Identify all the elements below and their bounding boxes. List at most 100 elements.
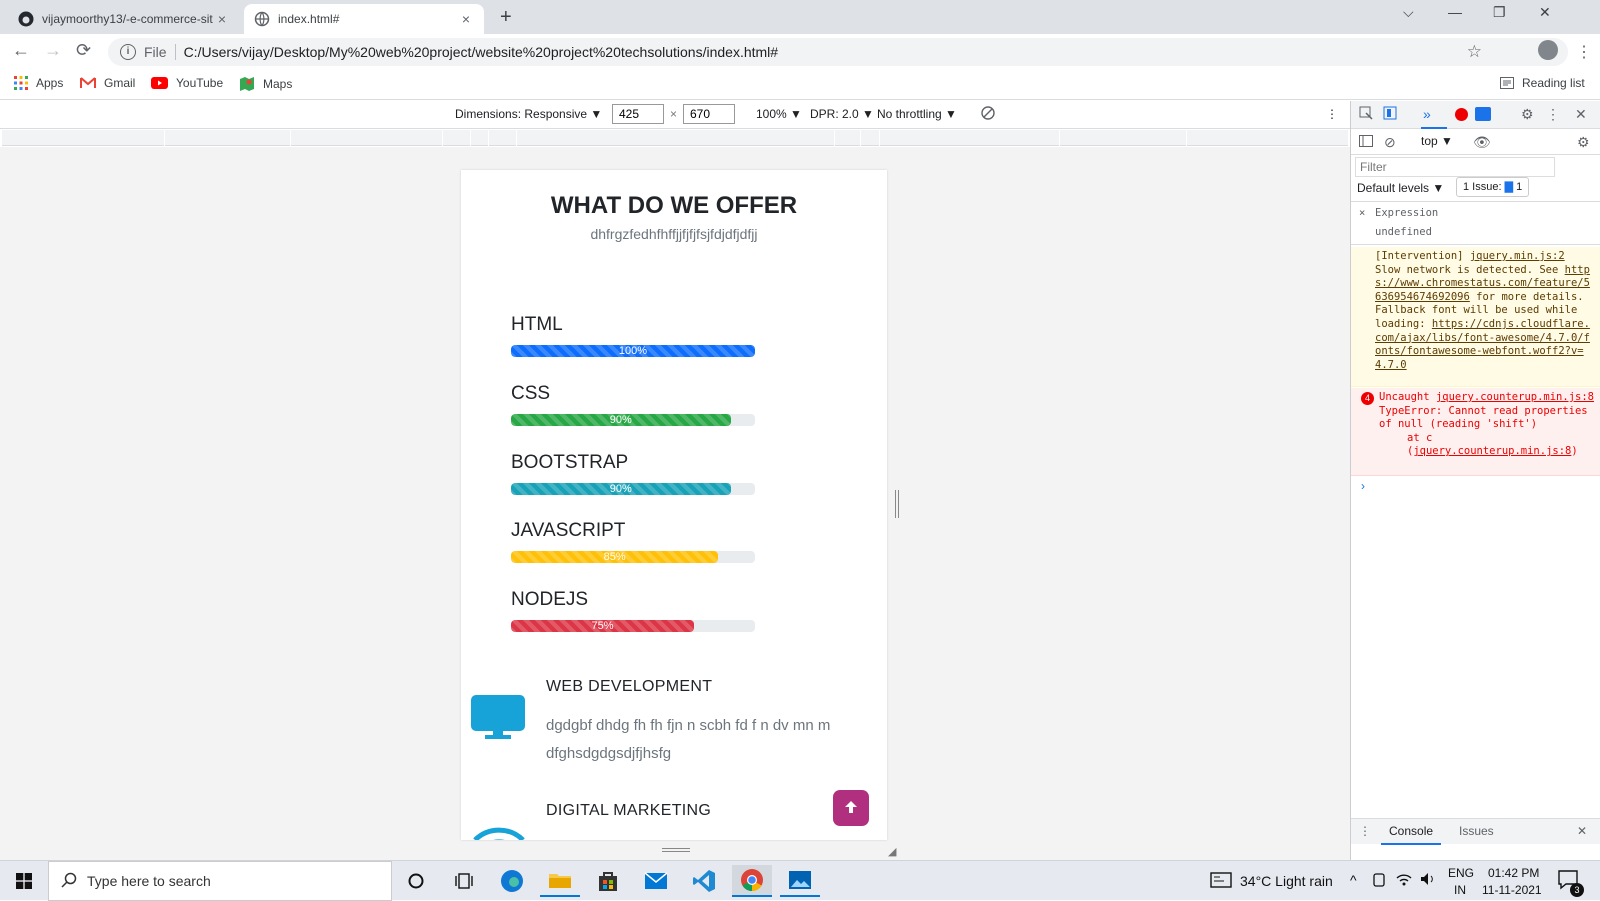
stack-suffix: ) xyxy=(1571,445,1578,458)
bookmark-gmail[interactable]: Gmail xyxy=(80,76,135,90)
drawer-menu-icon[interactable]: ⋮ xyxy=(1359,824,1371,838)
context-selector[interactable]: top ▼ xyxy=(1421,134,1453,148)
error-source-link[interactable]: jquery.counterup.min.js:8 xyxy=(1436,391,1594,405)
rotate-icon[interactable] xyxy=(980,105,996,124)
skill-name: BOOTSTRAP xyxy=(511,452,629,473)
site-info-icon[interactable]: i xyxy=(120,44,136,60)
store-icon[interactable] xyxy=(588,865,628,897)
log-levels-dropdown[interactable]: Default levels ▼ xyxy=(1357,181,1444,195)
device-toggle-icon[interactable] xyxy=(1383,106,1397,123)
issue-flag-icon: ▇ xyxy=(1504,181,1514,193)
console-prompt[interactable]: › xyxy=(1361,479,1365,493)
close-drawer-icon[interactable]: ✕ xyxy=(1577,824,1587,838)
device-toolbar: Dimensions: Responsive ▼ × 100% ▼ DPR: 2… xyxy=(0,101,1350,129)
clock-time[interactable]: 01:42 PM xyxy=(1488,866,1539,880)
address-bar[interactable]: i File C:/Users/vijay/Desktop/My%20web%2… xyxy=(108,38,1568,66)
viewport-resize-corner-icon[interactable]: ◢ xyxy=(888,845,896,858)
close-window-button[interactable]: ✕ xyxy=(1539,4,1551,21)
taskbar-search-box[interactable]: Type here to search xyxy=(48,861,392,901)
address-divider xyxy=(174,44,176,60)
reading-list-button[interactable]: Reading list xyxy=(1500,76,1585,90)
forward-icon[interactable]: → xyxy=(44,40,62,61)
console-settings-icon[interactable]: ⚙ xyxy=(1577,134,1590,151)
minimize-button[interactable]: — xyxy=(1448,4,1462,20)
weather-text[interactable]: 34°C Light rain xyxy=(1240,873,1333,889)
edge-icon[interactable] xyxy=(492,865,532,897)
more-tabs-icon[interactable]: » xyxy=(1423,106,1431,122)
vscode-icon[interactable] xyxy=(684,865,724,897)
skill-progress-fill: 100% xyxy=(511,345,755,357)
device-more-icon[interactable]: ⋮ xyxy=(1326,107,1338,121)
live-expression-eye-icon[interactable]: 👁 xyxy=(1473,134,1491,151)
viewport-height-input[interactable] xyxy=(683,104,735,124)
viewport-resize-handle-bottom[interactable] xyxy=(662,848,690,852)
reload-icon[interactable]: ⟳ xyxy=(76,40,91,61)
tab-search-icon[interactable]: ⌵ xyxy=(1403,4,1414,21)
cortana-icon[interactable] xyxy=(396,865,436,897)
bookmark-label: Gmail xyxy=(104,76,136,90)
bookmark-youtube[interactable]: YouTube xyxy=(151,76,223,90)
sidebar-toggle-icon[interactable] xyxy=(1359,134,1373,150)
language-top[interactable]: ENG xyxy=(1448,866,1474,880)
warning-source-link[interactable]: jquery.min.js:2 xyxy=(1470,250,1565,262)
issues-counter-button[interactable]: 1 Issue: ▇ 1 xyxy=(1456,177,1530,197)
back-to-top-button[interactable] xyxy=(833,790,869,826)
expression-label[interactable]: Expression xyxy=(1375,207,1438,221)
youtube-icon xyxy=(151,77,168,89)
message-indicator-icon[interactable] xyxy=(1475,107,1491,121)
viewport-resize-handle-right[interactable] xyxy=(895,490,899,518)
skill-progress-bar: 85% xyxy=(511,551,755,563)
console-filter-input[interactable]: Filter xyxy=(1355,157,1555,177)
chrome-icon[interactable] xyxy=(732,865,772,897)
new-tab-button[interactable]: + xyxy=(500,6,512,29)
task-view-icon[interactable] xyxy=(444,865,484,897)
monitor-icon xyxy=(471,695,525,744)
mail-icon[interactable] xyxy=(636,865,676,897)
tab-index-html[interactable]: index.html# × xyxy=(244,4,484,34)
dimensions-dropdown[interactable]: Dimensions: Responsive ▼ xyxy=(455,107,602,121)
back-icon[interactable]: ← xyxy=(12,40,30,61)
remove-expression-icon[interactable]: × xyxy=(1359,207,1365,221)
bookmark-star-icon[interactable]: ☆ xyxy=(1467,42,1482,62)
stack-source-link[interactable]: jquery.counterup.min.js:8 xyxy=(1413,445,1571,457)
tab-close-icon[interactable]: × xyxy=(214,11,230,27)
viewport-width-input[interactable] xyxy=(612,104,664,124)
bookmark-maps[interactable]: Maps xyxy=(239,76,292,92)
error-indicator-icon[interactable] xyxy=(1455,108,1468,121)
zoom-dropdown[interactable]: 100% ▼ xyxy=(756,107,802,121)
search-placeholder: Type here to search xyxy=(87,873,211,889)
devtools-menu-icon[interactable]: ⋮ xyxy=(1546,106,1560,123)
inspect-element-icon[interactable] xyxy=(1359,106,1373,123)
restore-button[interactable]: ❐ xyxy=(1493,4,1506,21)
language-bottom[interactable]: IN xyxy=(1454,883,1466,897)
settings-gear-icon[interactable]: ⚙ xyxy=(1521,106,1534,123)
service-title: WEB DEVELOPMENT xyxy=(546,678,713,695)
tab-issues[interactable]: Issues xyxy=(1459,824,1494,838)
tab-title: vijaymoorthy13/-e-commerce-sit xyxy=(42,12,213,26)
service-description: dgdgbf dhdg fh fh fjn n scbh fd f n dv m… xyxy=(546,717,831,762)
tab-close-icon[interactable]: × xyxy=(458,11,474,27)
clear-console-icon[interactable]: ⊘ xyxy=(1384,134,1396,151)
throttling-dropdown[interactable]: No throttling ▼ xyxy=(877,107,957,121)
close-devtools-icon[interactable]: ✕ xyxy=(1575,106,1587,123)
wifi-tray-icon[interactable] xyxy=(1396,872,1412,889)
bookmark-apps[interactable]: Apps xyxy=(14,76,63,90)
tray-chevron-icon[interactable]: ^ xyxy=(1350,872,1357,888)
profile-avatar-icon[interactable] xyxy=(1538,40,1558,60)
clock-date[interactable]: 11-11-2021 xyxy=(1482,883,1542,897)
wifi-icon xyxy=(471,818,527,840)
windows-start-icon[interactable] xyxy=(4,865,44,897)
onedrive-icon[interactable] xyxy=(1372,872,1386,891)
weather-icon[interactable] xyxy=(1210,872,1232,891)
browser-menu-icon[interactable]: ⋮ xyxy=(1576,42,1592,62)
skill-name: CSS xyxy=(511,383,551,404)
url-text[interactable]: C:/Users/vijay/Desktop/My%20web%20projec… xyxy=(184,44,779,60)
tab-github[interactable]: vijaymoorthy13/-e-commerce-sit × xyxy=(8,4,240,34)
devtools-main-toolbar: » ⚙ ⋮ ✕ xyxy=(1351,101,1600,129)
file-explorer-icon[interactable] xyxy=(540,865,580,897)
devtools-panel: » ⚙ ⋮ ✕ ⊘ top ▼ 👁 ⚙ Filter Default level… xyxy=(1350,101,1600,860)
tab-console[interactable]: Console xyxy=(1381,819,1442,845)
dpr-dropdown[interactable]: DPR: 2.0 ▼ xyxy=(810,107,874,121)
photos-icon[interactable] xyxy=(780,865,820,897)
volume-icon[interactable] xyxy=(1420,872,1436,889)
